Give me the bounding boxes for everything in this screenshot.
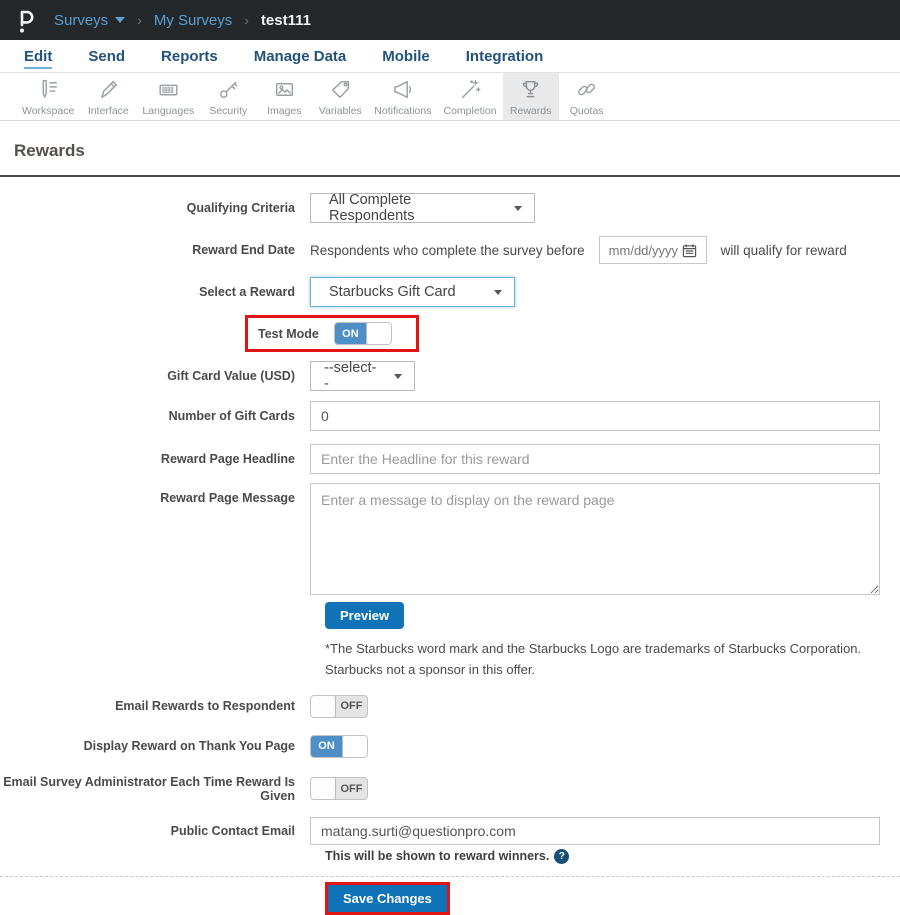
toggle-knob (342, 735, 367, 757)
calendar-icon[interactable] (682, 243, 697, 258)
megaphone-icon (394, 80, 412, 99)
number-of-gift-cards-label: Number of Gift Cards (168, 409, 295, 423)
toolbar-item-rewards[interactable]: Rewards (502, 73, 559, 120)
page-title: Rewards (14, 141, 85, 160)
toggle-knob (311, 778, 336, 800)
breadcrumb-my-surveys[interactable]: My Surveys (154, 12, 232, 29)
starbucks-disclaimer: *The Starbucks word mark and the Starbuc… (325, 641, 862, 678)
toolbar-item-security[interactable]: Security (200, 73, 256, 120)
key-icon (219, 81, 238, 99)
edit-toolbar: Workspace Interface Languages Security I… (0, 73, 900, 121)
dashed-divider (0, 875, 900, 877)
toggle-knob (365, 323, 391, 344)
tag-icon (331, 80, 349, 99)
toolbar-item-workspace[interactable]: Workspace (16, 73, 80, 120)
public-contact-email-input[interactable] (310, 816, 880, 845)
toolbar-item-completion[interactable]: Completion (438, 73, 503, 120)
select-caret-icon (514, 205, 522, 211)
toolbar-item-images[interactable]: Images (256, 73, 312, 120)
tab-integration[interactable]: Integration (466, 48, 544, 65)
select-reward-label: Select a Reward (199, 285, 295, 299)
email-admin-label: Email Survey Administrator Each Time Rew… (3, 774, 295, 803)
reward-end-date-field[interactable] (598, 236, 707, 264)
rewards-form: Qualifying Criteria All Complete Respond… (0, 177, 900, 915)
breadcrumb-separator: › (244, 12, 249, 28)
reward-end-date-prefix: Respondents who complete the survey befo… (310, 242, 585, 258)
picture-icon (275, 83, 293, 96)
tab-edit[interactable]: Edit (24, 47, 53, 69)
reward-page-message-label: Reward Page Message (160, 491, 295, 505)
test-mode-toggle[interactable]: ON (333, 322, 392, 345)
gift-card-value-select[interactable]: --select-- (310, 360, 415, 392)
keyboard-icon (159, 84, 178, 96)
display-reward-toggle[interactable]: ON (310, 734, 368, 758)
test-mode-highlight-box: Test Mode ON (245, 315, 419, 352)
reward-end-date-suffix: will qualify for reward (720, 242, 847, 258)
select-reward-select[interactable]: Starbucks Gift Card (310, 277, 515, 307)
toolbar-item-interface[interactable]: Interface (80, 73, 136, 120)
qualifying-criteria-select[interactable]: All Complete Respondents (310, 192, 535, 224)
toolbar-item-notifications[interactable]: Notifications (368, 73, 437, 120)
email-rewards-toggle[interactable]: OFF (310, 694, 368, 718)
tab-mobile[interactable]: Mobile (382, 48, 430, 65)
help-icon[interactable]: ? (554, 848, 570, 864)
reward-end-date-label: Reward End Date (192, 243, 295, 257)
tab-reports[interactable]: Reports (161, 48, 218, 65)
questionpro-logo-icon[interactable] (14, 6, 40, 34)
test-mode-label: Test Mode (258, 326, 319, 341)
chain-icon (578, 83, 596, 96)
trophy-icon (522, 80, 539, 98)
toolbar-item-languages[interactable]: Languages (136, 73, 200, 120)
breadcrumb-separator: › (137, 12, 142, 28)
tab-manage-data[interactable]: Manage Data (254, 48, 347, 65)
pencil-list-icon (42, 79, 57, 98)
top-bar: Surveys › My Surveys › test111 (0, 0, 900, 40)
reward-end-date-input[interactable] (608, 242, 679, 258)
pen-icon (100, 80, 117, 99)
qualifying-criteria-label: Qualifying Criteria (186, 201, 295, 215)
reward-page-headline-input[interactable] (310, 444, 880, 474)
public-contact-email-helper: This will be shown to reward winners. ? (325, 848, 570, 864)
public-contact-email-label: Public Contact Email (170, 823, 295, 838)
select-caret-icon (494, 289, 502, 295)
toolbar-item-quotas[interactable]: Quotas (559, 73, 615, 120)
save-changes-button[interactable]: Save Changes (328, 884, 447, 912)
breadcrumb-surveys[interactable]: Surveys (54, 12, 126, 29)
breadcrumb-survey-name: test111 (260, 11, 311, 29)
toggle-knob (311, 695, 336, 717)
number-of-gift-cards-input[interactable] (310, 401, 880, 431)
display-reward-label: Display Reward on Thank You Page (83, 739, 295, 754)
chevron-down-icon (115, 17, 126, 23)
save-changes-highlight-box: Save Changes (325, 881, 450, 915)
select-caret-icon (394, 373, 402, 379)
preview-button[interactable]: Preview (325, 602, 405, 629)
main-nav-tabs: Edit Send Reports Manage Data Mobile Int… (0, 40, 900, 73)
reward-page-message-textarea[interactable] (310, 483, 880, 595)
magic-wand-icon (461, 79, 481, 99)
tab-send[interactable]: Send (88, 48, 125, 65)
toolbar-item-variables[interactable]: Variables (312, 73, 368, 120)
email-rewards-label: Email Rewards to Respondent (115, 699, 295, 714)
reward-page-headline-label: Reward Page Headline (160, 452, 295, 466)
gift-card-value-label: Gift Card Value (USD) (167, 369, 295, 383)
email-admin-toggle[interactable]: OFF (310, 777, 368, 801)
